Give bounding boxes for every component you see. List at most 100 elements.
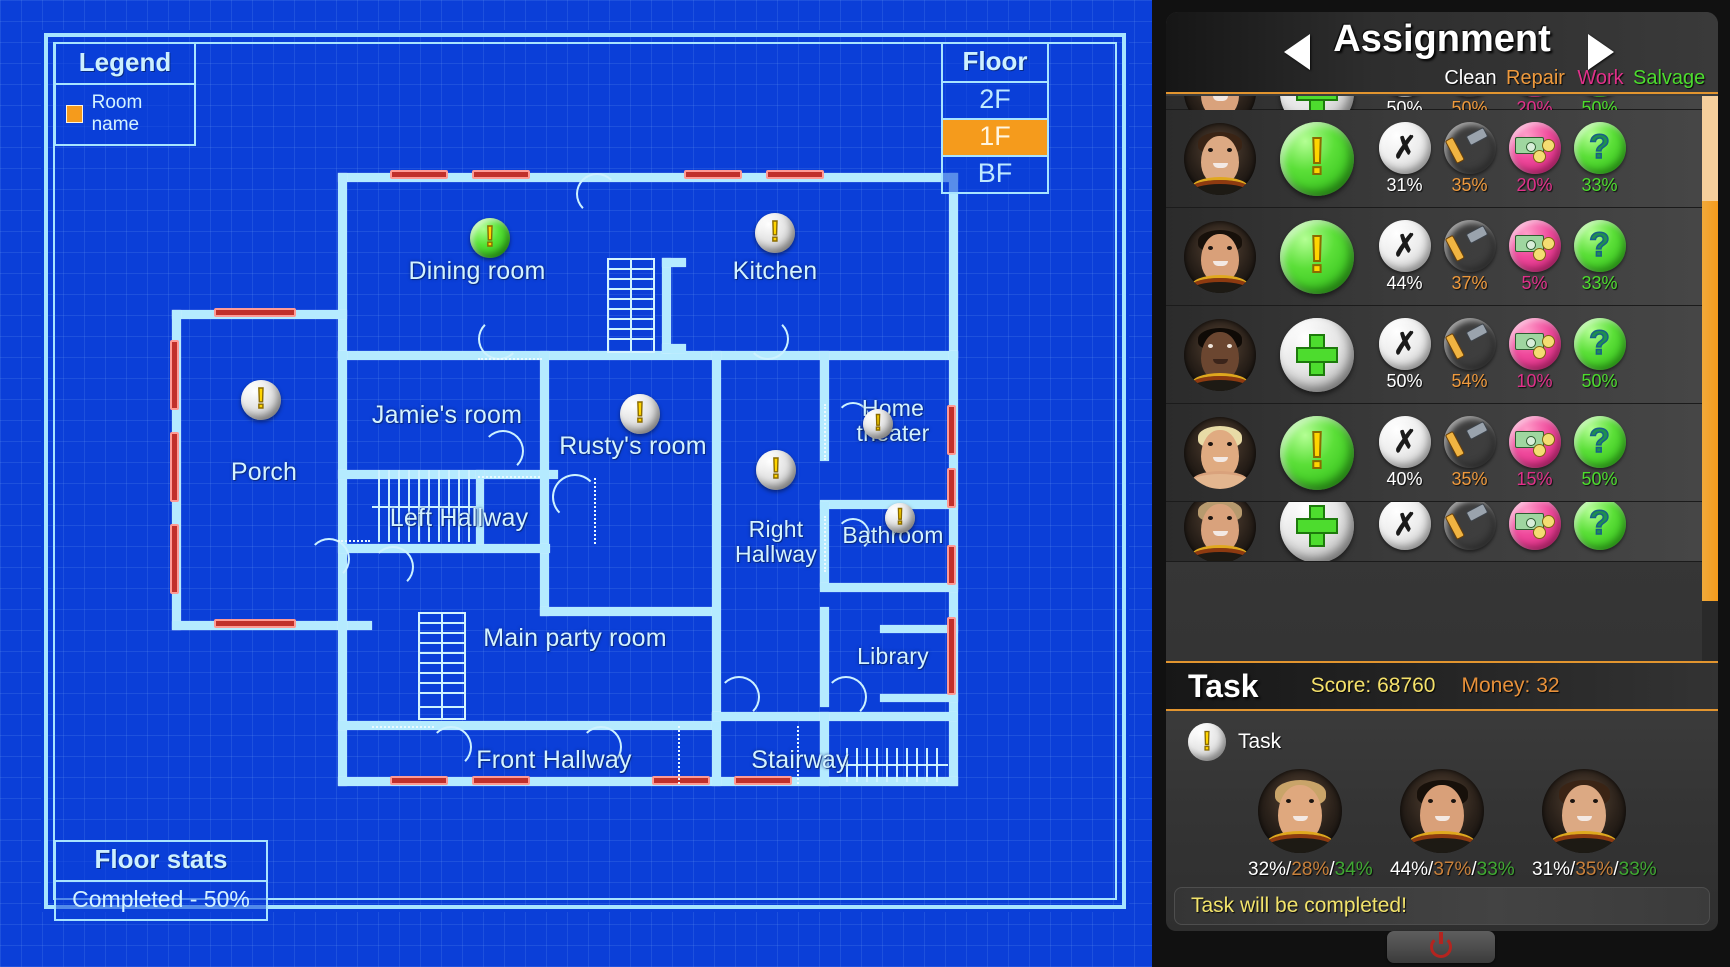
stairs [418,612,466,720]
room-label-jamies-room[interactable]: Jamie's room [372,402,522,429]
avatar[interactable] [1258,769,1342,853]
scrollbar-thumb[interactable] [1702,201,1718,601]
wall [540,351,549,616]
avatar[interactable] [1184,220,1256,293]
room-label-right-hallway[interactable]: Right Hallway [735,517,817,566]
game-screen: Dining room Kitchen Porch Jamie's room R… [0,0,1730,967]
task-marker-bathroom[interactable]: ! [885,503,915,533]
assign-button[interactable] [1280,317,1354,392]
power-button[interactable] [1387,931,1495,963]
window [214,308,296,317]
skill-salvage[interactable]: ? 33% [1567,219,1632,294]
avatar[interactable] [1400,769,1484,853]
skill-work[interactable]: 15% [1502,415,1567,490]
task-message-box: Task will be completed! [1174,887,1710,925]
assign-button[interactable] [1280,502,1354,561]
avatar[interactable] [1542,769,1626,853]
task-marker-porch[interactable]: ! [241,380,281,420]
avatar[interactable] [1184,122,1256,195]
skill-repair[interactable] [1437,502,1502,551]
plus-icon [1296,504,1338,547]
task-marker-dining-room[interactable]: ! [470,218,510,258]
question-mark-icon: ? [1573,96,1626,97]
next-arrow-icon[interactable] [1588,34,1614,70]
assign-button[interactable]: ! [1280,121,1354,196]
skill-clean[interactable]: ✗ 44% [1372,219,1437,294]
skill-salvage[interactable]: ? 50% [1567,317,1632,392]
avatar[interactable] [1184,416,1256,489]
table-row[interactable]: ✗ ? [1166,502,1702,562]
stairs [607,258,655,353]
room-label-dining-room[interactable]: Dining room [409,258,546,285]
skill-clean[interactable]: ✗ [1372,502,1437,551]
floor-selector[interactable]: Floor 2F 1F BF [941,42,1049,194]
room-label-stairway[interactable]: Stairway [751,747,848,774]
skill-repair[interactable]: 37% [1437,220,1502,294]
skill-work[interactable]: 20% [1502,121,1567,196]
assignment-title: Assignment [1333,18,1551,60]
task-worker[interactable]: 31%/35%/33% [1532,769,1657,881]
task-marker-kitchen[interactable]: ! [755,213,795,253]
task-marker-home-theater[interactable]: ! [863,409,893,439]
task-entry[interactable]: ! Task [1166,711,1718,761]
room-label-main-party-room[interactable]: Main party room [483,625,667,652]
table-row[interactable]: ! ✗ 44% 37% 5% ? 33% [1166,208,1702,306]
table-row[interactable]: ! ✗ 40% 35% 15% ? 50% [1166,404,1702,502]
assign-button[interactable]: ! [1280,415,1354,490]
broom-icon: ✗ [1378,219,1431,272]
skill-work[interactable]: 5% [1502,219,1567,294]
task-worker-stats: 32%/28%/34% [1248,859,1373,880]
legend-title: Legend [56,44,194,85]
task-marker-right-hallway[interactable]: ! [756,450,796,490]
skill-repair[interactable]: 35% [1437,416,1502,490]
blueprint-panel[interactable]: Dining room Kitchen Porch Jamie's room R… [0,0,1152,967]
skill-salvage[interactable]: ? 50% [1567,415,1632,490]
stat-clean: 44% [1390,859,1429,880]
floor-option-bf[interactable]: BF [943,157,1047,192]
skill-work[interactable]: 10% [1502,317,1567,392]
money-icon [1508,96,1561,97]
skill-work[interactable] [1502,502,1567,551]
exclamation-icon: ! [1202,725,1212,756]
room-label-library[interactable]: Library [857,644,929,669]
assign-button[interactable]: ! [1280,219,1354,294]
room-label-rustys-room[interactable]: Rusty's room [559,433,706,460]
assignment-window: Assignment Clean Repair Work Salvage 50%… [1166,12,1718,667]
stat-clean: 31% [1532,859,1571,880]
room-label-kitchen[interactable]: Kitchen [733,258,818,285]
task-worker-stats: 44%/37%/33% [1390,859,1515,880]
roster-scrollbar[interactable] [1702,96,1718,667]
roster-list[interactable]: ✗ 50% 50% 20% [1166,96,1718,667]
skill-repair[interactable]: 35% [1437,122,1502,196]
door-threshold [678,726,680,784]
room-label-porch[interactable]: Porch [231,459,297,486]
skill-clean[interactable]: ✗ 50% [1372,317,1437,392]
room-label-front-hallway[interactable]: Front Hallway [476,747,631,774]
skill-salvage[interactable]: ? 33% [1567,121,1632,196]
task-header: Task Score: 68760 Money: 32 [1166,661,1718,711]
floor-option-2f[interactable]: 2F [943,83,1047,120]
task-worker[interactable]: 44%/37%/33% [1390,769,1515,881]
column-header-clean: Clean [1444,67,1497,89]
table-row[interactable]: ✗ 50% 54% 10% ? 50% [1166,306,1702,404]
stat-repair: 35% [1575,859,1614,880]
skill-salvage[interactable]: ? [1567,502,1632,551]
question-mark-icon: ? [1573,502,1626,550]
hammer-icon [1444,96,1496,97]
table-row[interactable]: ! ✗ 31% 35% 20% ? 33% [1166,110,1702,208]
door [576,173,618,215]
floor-option-1f[interactable]: 1F [943,120,1047,157]
skill-clean[interactable]: ✗ 40% [1372,415,1437,490]
exclamation-icon: ! [1307,127,1326,186]
stat-salvage: 34% [1334,859,1373,880]
task-marker-rustys-room[interactable]: ! [620,394,660,434]
avatar[interactable] [1184,502,1256,561]
legend-item-label: Room name [91,92,143,135]
task-worker[interactable]: 32%/28%/34% [1248,769,1373,881]
table-row[interactable]: ✗ 50% 50% 20% [1166,96,1702,130]
skill-clean[interactable]: ✗ 31% [1372,121,1437,196]
scrollbar-track-top[interactable] [1702,96,1718,201]
avatar[interactable] [1184,318,1256,391]
skill-repair[interactable]: 54% [1437,318,1502,392]
room-label-left-hallway[interactable]: Left Hallway [390,505,529,532]
